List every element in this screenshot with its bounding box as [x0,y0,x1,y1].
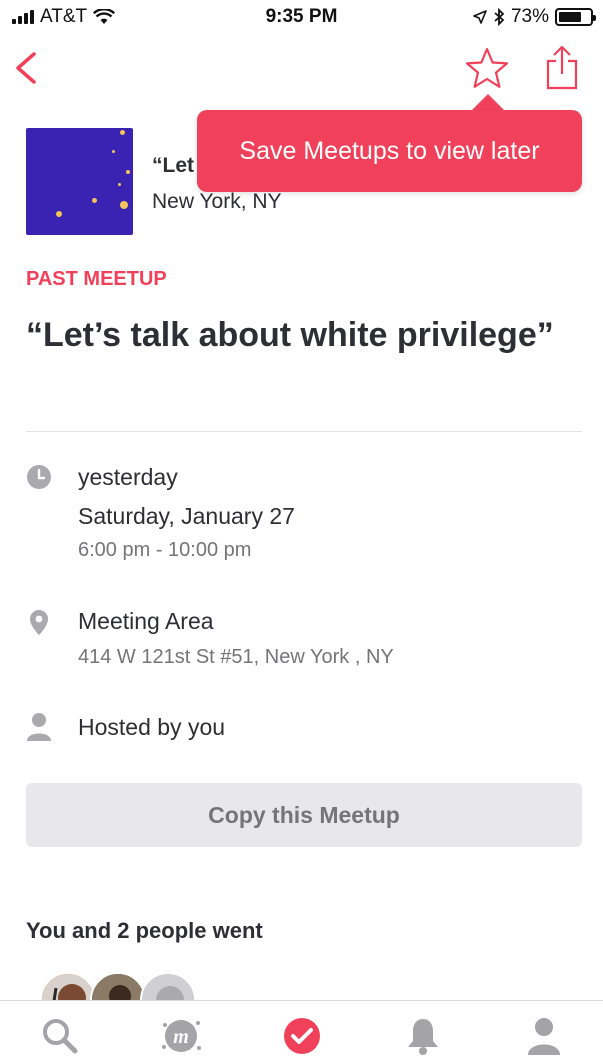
share-icon [546,45,578,90]
tooltip-arrow [471,94,505,111]
event-status-label: PAST MEETUP [26,268,167,290]
status-right: 73% [473,6,596,28]
venue-name[interactable]: Meeting Area [78,608,214,635]
group-location: New York, NY [152,190,282,213]
battery-icon [555,8,596,26]
group-thumbnail [26,128,133,235]
map-pin-icon [26,609,52,635]
location-arrow-icon [473,10,487,24]
tab-notifications[interactable] [398,1013,448,1059]
save-tooltip[interactable]: Save Meetups to view later [197,110,582,192]
copy-meetup-label: Copy this Meetup [208,801,400,828]
host-text: Hosted by you [78,714,226,740]
tab-my-meetups[interactable] [277,1013,327,1059]
tab-explore[interactable]: m [156,1013,206,1059]
date-relative: yesterday [78,464,178,490]
tab-bar: m [0,1000,603,1060]
battery-percent: 73% [510,6,549,27]
person-icon [26,712,52,741]
battery-fill [559,12,581,22]
meetup-logo-icon: m [162,1020,201,1052]
tooltip-text: Save Meetups to view later [239,136,540,165]
tab-profile[interactable] [519,1013,569,1059]
star-outline-icon [465,47,509,88]
search-icon [43,1019,78,1054]
attendees-title: You and 2 people went [26,918,263,943]
event-title: “Let’s talk about white privilege” [26,316,554,354]
time-range: 6:00 pm - 10:00 pm [78,539,252,561]
copy-meetup-button[interactable]: Copy this Meetup [26,783,582,847]
date-full[interactable]: Saturday, January 27 [78,503,295,530]
status-bar: AT&T 9:35 PM 73% [0,0,603,36]
bell-icon [408,1019,438,1055]
save-star-button[interactable] [464,46,510,90]
clock-icon [26,464,52,490]
tab-search[interactable] [35,1013,85,1059]
profile-icon [528,1018,560,1055]
divider [26,431,582,432]
venue-address[interactable]: 414 W 121st St #51, New York , NY [78,646,394,669]
bluetooth-icon [494,8,505,26]
chevron-left-icon [16,52,36,84]
share-button[interactable] [540,44,584,90]
check-circle-icon [284,1018,320,1054]
group-name: “Let [152,154,194,177]
back-button[interactable] [10,46,46,90]
nav-bar [0,36,603,100]
svg-text:m: m [173,1026,189,1048]
